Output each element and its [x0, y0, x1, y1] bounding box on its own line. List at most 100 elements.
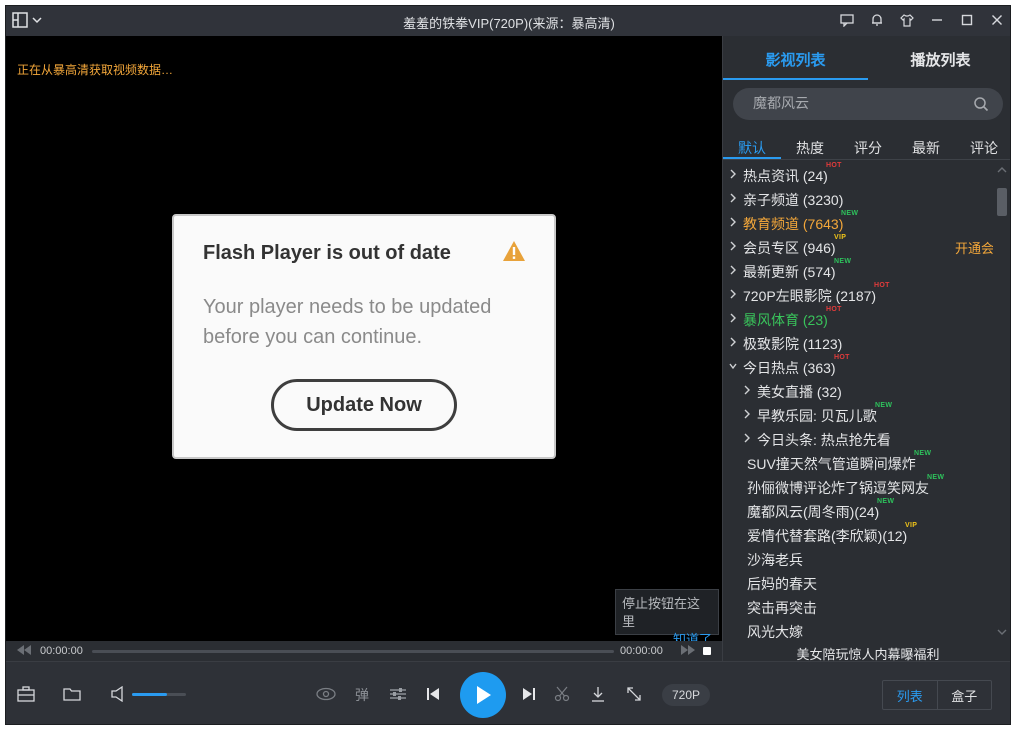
open-vip-link[interactable]: 开通会员 — [955, 238, 993, 257]
tree-item[interactable]: 今日头条: 热点抢先看 — [723, 426, 993, 450]
tree-item[interactable]: 突击再突击 — [723, 594, 993, 618]
sliders-icon — [390, 688, 406, 700]
tree-item[interactable]: 爱情代替套路(李欣颖)(12) VIP — [723, 522, 993, 546]
sort-tab-popularity[interactable]: 热度 — [781, 132, 839, 159]
tree-item[interactable]: 热点资讯 (24) HOT — [723, 162, 993, 186]
volume-fill — [132, 693, 168, 696]
chevron-right-icon[interactable] — [743, 385, 751, 395]
mute-button[interactable] — [110, 684, 126, 704]
scroll-thumb[interactable] — [997, 188, 1007, 216]
quality-selector[interactable]: 720P — [662, 684, 710, 706]
rewind-icon[interactable] — [16, 644, 32, 656]
tree-item[interactable]: 早教乐园: 贝瓦儿歌 NEW — [723, 402, 993, 426]
chevron-down-icon[interactable] — [729, 361, 737, 371]
sort-tab-default[interactable]: 默认 — [723, 132, 781, 159]
tree-item[interactable]: 沙海老兵 — [723, 546, 993, 570]
search-input[interactable] — [753, 95, 963, 111]
previous-button[interactable] — [424, 684, 442, 704]
fullscreen-button[interactable] — [624, 684, 644, 704]
feedback-button[interactable] — [838, 11, 856, 29]
tree-item[interactable]: 后妈的春天 — [723, 570, 993, 594]
tree-scrollbar[interactable] — [995, 162, 1009, 642]
title-bar: 羞羞的铁拳VIP(720P)(来源：暴高清) — [6, 6, 1010, 36]
scroll-down-icon[interactable] — [997, 628, 1007, 636]
chevron-right-icon[interactable] — [729, 313, 737, 323]
danmaku-button[interactable]: 弹 — [355, 685, 369, 705]
tree-item-label: 爱情代替套路(李欣颖)(12) — [747, 528, 908, 544]
play-button[interactable] — [460, 672, 506, 718]
tree-item[interactable]: 会员专区 (946)VIP 开通会员 — [723, 234, 993, 258]
shirt-icon — [900, 14, 914, 27]
sort-tab-rating[interactable]: 评分 — [839, 132, 897, 159]
minimize-button[interactable] — [928, 11, 946, 29]
close-icon — [992, 15, 1002, 25]
close-button[interactable] — [988, 11, 1006, 29]
badge-vip: VIP — [905, 522, 918, 529]
volume-slider[interactable] — [132, 693, 186, 696]
tree-item[interactable]: 魔都风云(周冬雨)(24) NEW — [723, 498, 993, 522]
update-now-button[interactable]: Update Now — [271, 379, 457, 431]
search-icon[interactable] — [973, 96, 989, 112]
tab-video-list[interactable]: 影视列表 — [723, 36, 868, 80]
download-button[interactable] — [588, 684, 608, 704]
badge-hot: HOT — [874, 282, 890, 289]
next-button[interactable] — [520, 684, 538, 704]
notification-button[interactable] — [868, 11, 886, 29]
sort-tab-latest[interactable]: 最新 — [897, 132, 955, 159]
dialog-message: Your player needs to be updated before y… — [203, 296, 492, 348]
category-tree: 热点资讯 (24) HOT 亲子频道 (3230) 教育频道 (7643) NEW 会员专… — [723, 162, 993, 642]
fast-forward-icon[interactable] — [680, 644, 696, 656]
chevron-right-icon[interactable] — [743, 433, 751, 443]
tree-item[interactable]: 今日热点 (363) HOT — [723, 354, 993, 378]
bell-icon — [872, 14, 882, 26]
skin-button[interactable] — [898, 11, 916, 29]
tab-play-list[interactable]: 播放列表 — [868, 36, 1010, 80]
badge-hot: HOT — [834, 354, 850, 361]
sort-tab-comments[interactable]: 评论 — [955, 132, 1010, 159]
tree-item[interactable]: 极致影院 (1123) — [723, 330, 993, 354]
tree-item[interactable]: 最新更新 (574) NEW — [723, 258, 993, 282]
tree-item[interactable]: 暴风体育 (23) HOT — [723, 306, 993, 330]
chevron-right-icon[interactable] — [729, 289, 737, 299]
control-toolbar: 弹 720P 列表 盒子 — [6, 661, 1010, 724]
maximize-button[interactable] — [958, 11, 976, 29]
tree-item[interactable]: SUV撞天然气管道瞬间爆炸 NEW — [723, 450, 993, 474]
tree-item[interactable]: 教育频道 (7643) NEW — [723, 210, 993, 234]
chevron-right-icon[interactable] — [729, 265, 737, 275]
tree-item[interactable]: 孙俪微博评论炸了锅逗笑网友 NEW — [723, 474, 993, 498]
tree-item[interactable]: 亲子频道 (3230) — [723, 186, 993, 210]
open-file-button[interactable] — [62, 684, 82, 704]
chevron-right-icon[interactable] — [743, 409, 751, 419]
download-icon — [592, 687, 604, 702]
toolbox-button[interactable] — [16, 684, 36, 704]
badge-new: NEW — [927, 474, 945, 481]
scroll-up-icon[interactable] — [997, 166, 1007, 174]
dialog-title: Flash Player is out of date — [203, 242, 451, 264]
eye-protect-button[interactable] — [315, 684, 337, 704]
tree-item[interactable]: 美女直播 (32) — [723, 378, 993, 402]
seek-bar[interactable] — [92, 650, 614, 653]
equalizer-button[interactable] — [388, 684, 408, 704]
stop-button[interactable] — [703, 647, 711, 655]
progress-bar-row: 00:00:00 00:00:00 — [6, 641, 722, 661]
warning-icon — [503, 241, 525, 261]
chevron-right-icon[interactable] — [729, 241, 737, 251]
clip-button[interactable] — [552, 684, 572, 704]
video-area[interactable]: 正在从暴高清获取视频数据… Flash Player is out of dat… — [6, 36, 722, 647]
tree-item-label: 最新更新 (574) — [743, 264, 836, 280]
chevron-right-icon[interactable] — [729, 193, 737, 203]
current-time: 00:00:00 — [40, 645, 83, 657]
media-panel: 影视列表 播放列表 默认 热度 评分 最新 评论 热点资讯 (24)HOT亲子频… — [722, 36, 1010, 662]
chevron-right-icon[interactable] — [729, 337, 737, 347]
tree-item-label: 魔都风云(周冬雨)(24) — [747, 504, 880, 520]
view-list-button[interactable]: 列表 — [883, 681, 938, 709]
chevron-right-icon[interactable] — [729, 169, 737, 179]
tree-item[interactable]: 风光大嫁 — [723, 618, 993, 642]
tree-item-label: 极致影院 (1123) — [743, 336, 843, 352]
player-window: 羞羞的铁拳VIP(720P)(来源：暴高清) 正在从暴高清获取视频数据… Fla… — [5, 5, 1011, 725]
tree-item[interactable]: 720P左眼影院 (2187) HOT — [723, 282, 993, 306]
chevron-right-icon[interactable] — [729, 217, 737, 227]
view-box-button[interactable]: 盒子 — [938, 681, 992, 709]
tree-item-label: 教育频道 (7643) — [743, 216, 844, 232]
tree-item-label: 今日头条: 热点抢先看 — [757, 432, 891, 448]
